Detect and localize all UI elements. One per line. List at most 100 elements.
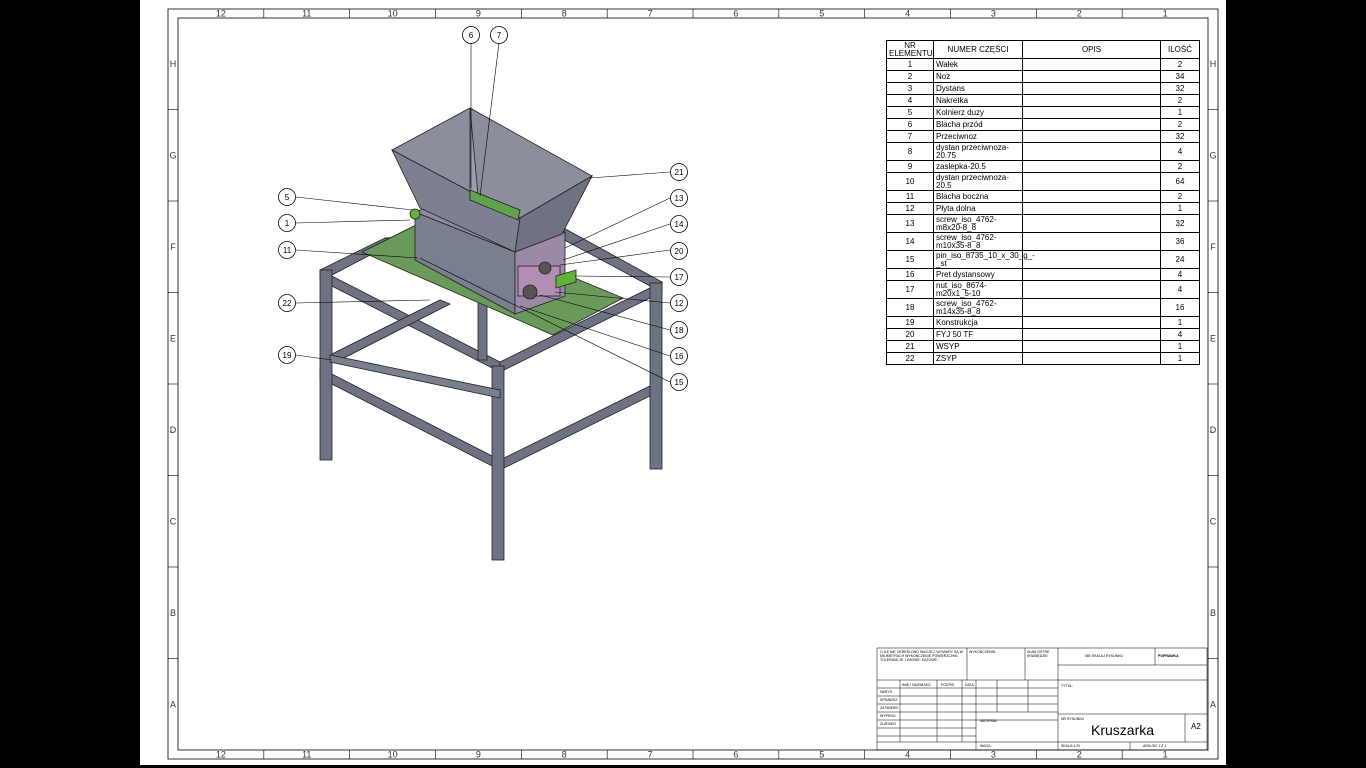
bom-cell-description — [1022, 82, 1161, 95]
column-label-bottom: 4 — [905, 750, 910, 760]
title-block — [877, 648, 1207, 750]
bom-cell-part: FYJ 50 TF — [933, 328, 1023, 341]
bom-cell-part: Konstrukcja — [933, 316, 1023, 329]
tb-material: MATERIAŁ: — [980, 719, 999, 723]
bom-cell-description — [1022, 130, 1161, 143]
bom-row: 20 FYJ 50 TF 4 — [886, 328, 1200, 341]
bom-cell-part: pin_iso_8735_10_x_30_g_-_st — [933, 250, 1035, 269]
bom-row: 17 nut_iso_8674-m20x1_5-10 4 — [886, 280, 1200, 299]
bom-cell-qty: 4 — [1160, 142, 1200, 161]
col-description: OPIS — [1022, 40, 1161, 59]
column-label-top: 3 — [991, 9, 996, 19]
row-label-right: C — [1210, 516, 1217, 526]
column-label-top: 6 — [733, 9, 738, 19]
column-label-bottom: 8 — [562, 750, 567, 760]
bom-cell-part: Blacha boczna — [933, 190, 1023, 203]
bom-cell-qty: 1 — [1160, 202, 1200, 215]
bom-row: 2 Noz 34 — [886, 70, 1200, 83]
bom-row: 11 Blacha boczna 2 — [886, 190, 1200, 203]
bom-cell-qty: 64 — [1160, 172, 1200, 191]
bom-row: 4 Nakretka 2 — [886, 94, 1200, 107]
bom-row: 12 Płyta dolna 1 — [886, 202, 1200, 215]
bom-cell-description — [1022, 340, 1161, 353]
bom-cell-qty: 2 — [1160, 58, 1200, 71]
sheet-size: A2 — [1191, 722, 1201, 731]
bom-cell-part: nut_iso_8674-m20x1_5-10 — [933, 280, 1023, 299]
bom-cell-nr: 20 — [886, 328, 934, 341]
bom-cell-description — [1022, 202, 1161, 215]
bom-cell-qty: 2 — [1160, 94, 1200, 107]
tb-note: O ILE NIE OKREŚLONO INACZEJ: WYMIARY SĄ … — [880, 650, 963, 662]
bom-cell-nr: 21 — [886, 340, 934, 353]
bom-cell-qty: 2 — [1160, 118, 1200, 131]
balloon-number: 14 — [675, 220, 684, 229]
balloon: 16 — [670, 347, 688, 365]
bom-cell-nr: 2 — [886, 70, 934, 83]
balloon: 11 — [278, 241, 296, 259]
balloon: 22 — [278, 294, 296, 312]
balloon: 18 — [670, 321, 688, 339]
bom-row: 8 dystan przeciwnoza-20.75 4 — [886, 142, 1200, 161]
tb-col-name: IMIĘ I NAZWISKO — [902, 683, 931, 687]
bom-cell-part: screw_iso_4762-m8x20-8_8 — [933, 214, 1023, 233]
balloon: 21 — [670, 163, 688, 181]
balloon-number: 6 — [469, 31, 474, 40]
bom-cell-description — [1022, 352, 1161, 365]
bom-cell-nr: 22 — [886, 352, 934, 365]
balloon: 14 — [670, 215, 688, 233]
balloon: 17 — [670, 268, 688, 286]
col-quantity: ILOŚĆ — [1160, 40, 1200, 59]
bom-cell-part: Wałek — [933, 58, 1023, 71]
bill-of-materials: NR ELEMENTU NUMER CZĘŚCI OPIS ILOŚĆ 1 Wał… — [886, 40, 1200, 365]
bom-cell-part: screw_iso_4762-m10x35-8_8 — [933, 232, 1023, 251]
bom-cell-description — [1022, 160, 1161, 173]
column-label-bottom: 9 — [476, 750, 481, 760]
bom-cell-qty: 34 — [1160, 70, 1200, 83]
tb-col-date: DATA — [965, 683, 974, 687]
row-label-left: C — [170, 516, 177, 526]
column-label-top: 7 — [648, 9, 653, 19]
bom-cell-nr: 12 — [886, 202, 934, 215]
bom-row: 18 screw_iso_4762-m14x35-8_8 16 — [886, 298, 1200, 317]
bom-cell-description — [1022, 106, 1161, 119]
column-label-bottom: 10 — [388, 750, 398, 760]
bom-cell-nr: 9 — [886, 160, 934, 173]
bom-row: 22 ZSYP 1 — [886, 352, 1200, 365]
bom-cell-qty: 2 — [1160, 160, 1200, 173]
bom-cell-qty: 1 — [1160, 340, 1200, 353]
bom-cell-nr: 18 — [886, 298, 934, 317]
bom-cell-nr: 5 — [886, 106, 934, 119]
balloon: 15 — [670, 373, 688, 391]
tb-role-manufactured: WYPROD. — [880, 714, 897, 718]
bom-cell-nr: 6 — [886, 118, 934, 131]
bom-cell-nr: 16 — [886, 268, 934, 281]
row-label-left: H — [170, 59, 177, 69]
bom-row: 13 screw_iso_4762-m8x20-8_8 32 — [886, 214, 1200, 233]
bom-cell-description — [1022, 58, 1161, 71]
bom-cell-qty: 32 — [1160, 130, 1200, 143]
tb-scale: SKALA:1:20 — [1061, 744, 1081, 748]
bom-cell-part: screw_iso_4762-m14x35-8_8 — [933, 298, 1023, 317]
row-label-left: D — [170, 425, 177, 435]
balloon-number: 1 — [285, 219, 290, 228]
bom-cell-description — [1022, 268, 1161, 281]
tb-edge: ZŁAM OSTRE KRAWĘDZIE — [1027, 650, 1050, 658]
bom-cell-qty: 2 — [1160, 190, 1200, 203]
bom-cell-part: Dystans — [933, 82, 1023, 95]
balloon-number: 5 — [285, 193, 290, 202]
bom-row: 15 pin_iso_8735_10_x_30_g_-_st 24 — [886, 250, 1200, 269]
bom-row: 19 Konstrukcja 1 — [886, 316, 1200, 329]
column-label-bottom: 1 — [1163, 750, 1168, 760]
column-label-bottom: 11 — [302, 750, 311, 760]
bom-cell-nr: 11 — [886, 190, 934, 203]
balloon-number: 12 — [675, 299, 684, 308]
column-label-bottom: 3 — [991, 750, 996, 760]
bom-cell-description — [1022, 70, 1161, 83]
bom-cell-nr: 8 — [886, 142, 934, 161]
bom-cell-qty: 32 — [1160, 82, 1200, 95]
balloon: 6 — [462, 26, 480, 44]
bom-row: 1 Wałek 2 — [886, 58, 1200, 71]
bom-cell-qty: 4 — [1160, 328, 1200, 341]
balloon: 13 — [670, 189, 688, 207]
column-label-top: 10 — [388, 9, 398, 19]
